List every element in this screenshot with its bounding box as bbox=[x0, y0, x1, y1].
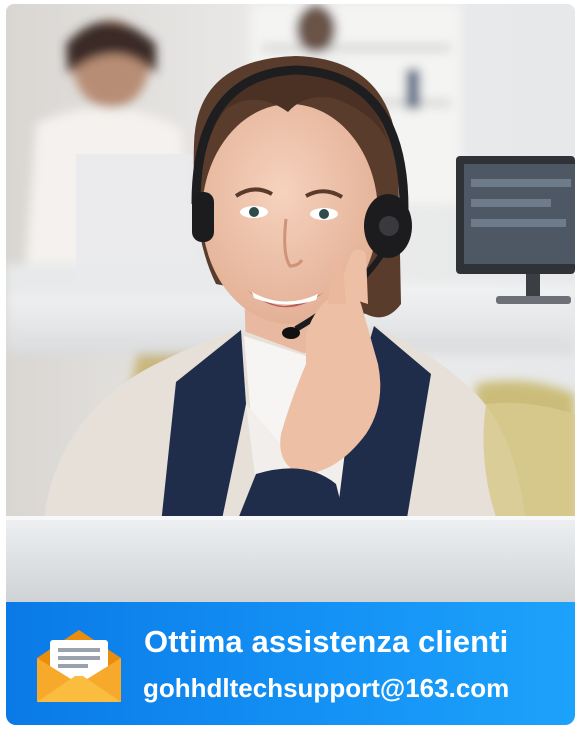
photo-illustration bbox=[6, 4, 575, 602]
support-email[interactable]: gohhdltechsupport@163.com bbox=[143, 673, 509, 704]
contact-banner: Ottima assistenza clienti gohhdltechsupp… bbox=[6, 602, 575, 725]
foreground-monitor bbox=[6, 516, 575, 602]
ad-card: Ottima assistenza clienti gohhdltechsupp… bbox=[0, 0, 581, 729]
envelope-letter-icon bbox=[33, 624, 125, 706]
banner-title: Ottima assistenza clienti bbox=[144, 624, 509, 659]
support-agent-photo bbox=[6, 4, 575, 602]
